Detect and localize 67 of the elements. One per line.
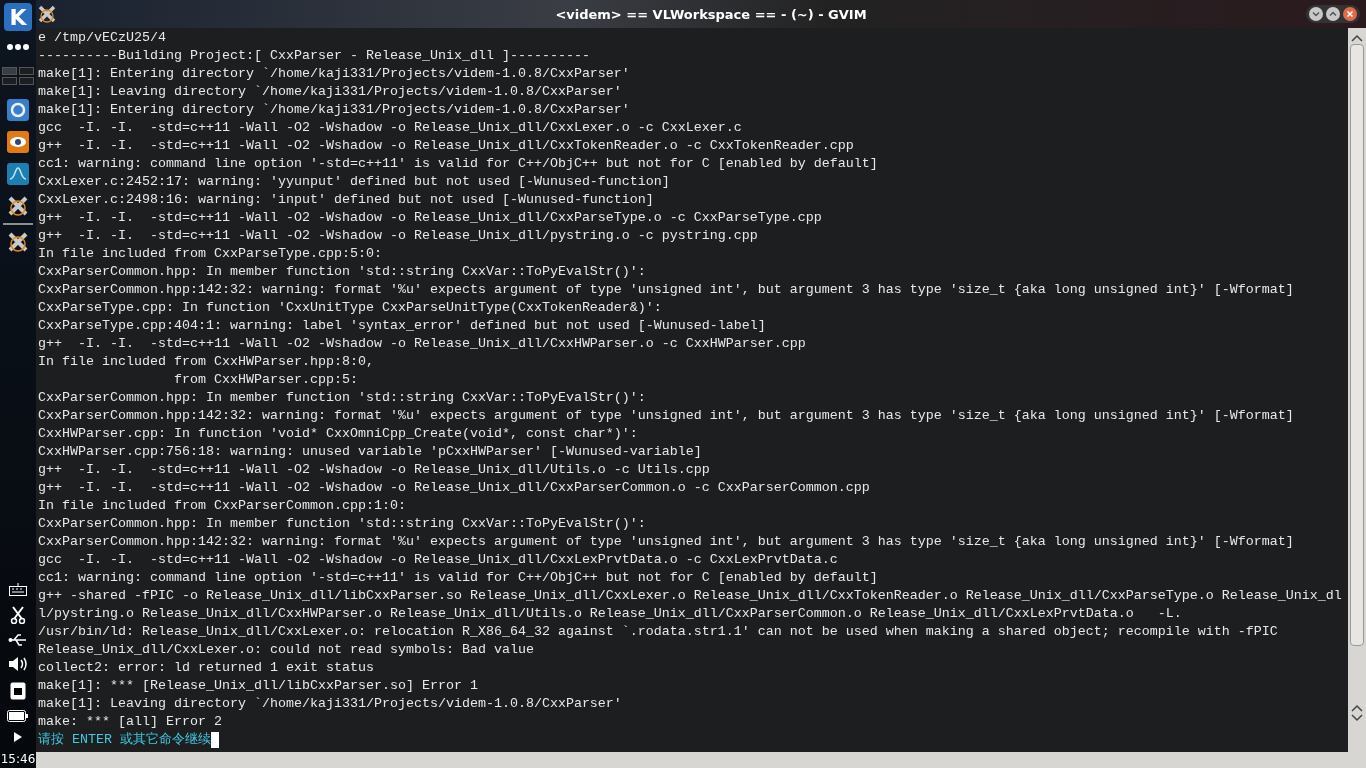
text-cursor	[211, 732, 219, 748]
browser-icon[interactable]	[7, 99, 29, 121]
output-line: gcc -I. -I. -std=c++11 -Wall -O2 -Wshadow -o Release_Unix_dll/CxxLexPrvtData.o -c CxxLexPrvtData.c	[38, 551, 839, 569]
output-line: make[1]: Entering directory `/home/kaji331/Projects/videm-1.0.8/CxxParser'	[38, 65, 631, 83]
output-line: gcc -I. -I. -std=c++11 -Wall -O2 -Wshadow -o Release_Unix_dll/CxxLexer.o -c CxxLexer.c	[38, 119, 743, 137]
keyboard-icon[interactable]	[9, 582, 27, 596]
output-line: cc1: warning: command line option '-std=c++11' is valid for C++/ObjC++ but not for C [enabled by default]	[38, 569, 879, 587]
waveform-icon[interactable]	[7, 163, 29, 185]
output-line: Release_Unix_dll/CxxLexer.o: could not read symbols: Bad value	[38, 641, 535, 659]
usb-icon[interactable]	[8, 634, 28, 646]
output-line: In file included from CxxHWParser.hpp:8:0,	[38, 353, 375, 371]
output-line: In file included from CxxParseType.cpp:5:0:	[38, 245, 383, 263]
scroll-up-icon[interactable]	[1351, 704, 1363, 712]
scroll-up-icon[interactable]	[1351, 34, 1363, 42]
output-line: CxxParseType.cpp: In function 'CxxUnitType CxxParseUnitType(CxxTokenReader&)':	[38, 299, 663, 317]
desktop-pager[interactable]	[2, 67, 34, 85]
speaker-icon[interactable]	[8, 656, 28, 672]
output-line: CxxParserCommon.hpp: In member function 'std::string CxxVar::ToPyEvalStr()':	[38, 263, 647, 281]
output-line: CxxHWParser.cpp:756:18: warning: unused variable 'pCxxHWParser' [-Wunused-variable]	[38, 443, 703, 461]
output-line: g++ -shared -fPIC -o Release_Unix_dll/libCxxParser.so Release_Unix_dll/CxxLexer.o Release_Unix_dll/CxxTokenReader.o Release_Unix_dll/CxxParseType.o Release_Unix_dl	[38, 587, 1343, 605]
output-line: ----------Building Project:[ CxxParser - Release_Unix_dll ]----------	[38, 47, 591, 65]
output-line: CxxParserCommon.hpp:142:32: warning: format '%u' expects argument of type 'unsigned int', but argument 3 has type 'size_t {aka long unsigned int}' [-Wformat]	[38, 533, 1295, 551]
output-line: make[1]: Leaving directory `/home/kaji331/Projects/videm-1.0.8/CxxParser'	[38, 695, 623, 713]
maximize-button[interactable]	[1326, 7, 1340, 21]
close-button[interactable]	[1343, 7, 1357, 21]
output-line: g++ -I. -I. -std=c++11 -Wall -O2 -Wshadow -o Release_Unix_dll/CxxParserCommon.o -c CxxParserCommon.cpp	[38, 479, 871, 497]
output-line: /usr/bin/ld: Release_Unix_dll/CxxLexer.o: relocation R_X86_64_32 against `.rodata.str1.1' can not be used when making a shared object; recompile with -fPIC	[38, 623, 1279, 641]
output-line: cc1: warning: command line option '-std=c++11' is valid for C++/ObjC++ but not for C [enabled by default]	[38, 155, 879, 173]
scroll-down-icon[interactable]	[1351, 714, 1363, 722]
output-line: CxxParserCommon.hpp: In member function 'std::string CxxVar::ToPyEvalStr()':	[38, 389, 647, 407]
output-line: g++ -I. -I. -std=c++11 -Wall -O2 -Wshadow -o Release_Unix_dll/pystring.o -c pystring.cpp	[38, 227, 759, 245]
output-line: In file included from CxxParserCommon.cpp:1:0:	[38, 497, 407, 515]
output-line: make[1]: *** [Release_Unix_dll/libCxxParser.so] Error 1	[38, 677, 479, 695]
output-line: g++ -I. -I. -std=c++11 -Wall -O2 -Wshadow -o Release_Unix_dll/CxxTokenReader.o -c CxxTokenReader.cpp	[38, 137, 855, 155]
eye-icon[interactable]	[7, 131, 29, 153]
scissors-icon[interactable]	[10, 606, 26, 624]
battery-icon[interactable]	[7, 710, 29, 722]
minimize-button[interactable]	[1309, 7, 1323, 21]
x-icon[interactable]	[7, 231, 29, 253]
output-line: l/pystring.o Release_Unix_dll/CxxHWParser.o Release_Unix_dll/Utils.o Release_Unix_dll/CxxParserCommon.o Release_Unix_dll/CxxLexPrvtData.o -L.	[38, 605, 1183, 623]
output-line: e /tmp/vECzU25/4	[38, 29, 167, 47]
output-line: CxxParserCommon.hpp: In member function 'std::string CxxVar::ToPyEvalStr()':	[38, 515, 647, 533]
output-line: g++ -I. -I. -std=c++11 -Wall -O2 -Wshadow -o Release_Unix_dll/CxxParseType.o -c CxxParseType.cpp	[38, 209, 823, 227]
x-icon[interactable]	[7, 195, 29, 217]
output-line: CxxParseType.cpp:404:1: warning: label 'syntax_error' defined but not used [-Wunused-label]	[38, 317, 767, 335]
output-line: g++ -I. -I. -std=c++11 -Wall -O2 -Wshadow -o Release_Unix_dll/Utils.o -c Utils.cpp	[38, 461, 711, 479]
expand-arrow-icon[interactable]	[14, 732, 22, 742]
output-line: CxxLexer.c:2452:17: warning: 'yyunput' defined but not used [-Wunused-function]	[38, 173, 671, 191]
editor-area[interactable]	[36, 28, 1348, 752]
output-line: CxxLexer.c:2498:16: warning: 'input' defined but not used [-Wunused-function]	[38, 191, 655, 209]
output-line: make[1]: Leaving directory `/home/kaji331/Projects/videm-1.0.8/CxxParser'	[38, 83, 623, 101]
dots-icon[interactable]	[6, 43, 30, 51]
output-line: CxxHWParser.cpp: In function 'void* CxxOmniCpp_Create(void*, const char*)':	[38, 425, 639, 443]
window-title: <videm> == VLWorkspace == - (~) - GVIM	[554, 6, 868, 22]
output-line: CxxParserCommon.hpp:142:32: warning: format '%u' expects argument of type 'unsigned int', but argument 3 has type 'size_t {aka long unsigned int}' [-Wformat]	[38, 407, 1295, 425]
continue-prompt: 请按 ENTER 或其它命令继续	[38, 731, 211, 749]
output-line: make[1]: Entering directory `/home/kaji331/Projects/videm-1.0.8/CxxParser'	[38, 101, 631, 119]
output-line: g++ -I. -I. -std=c++11 -Wall -O2 -Wshadow -o Release_Unix_dll/CxxHWParser.o -c CxxHWParser.cpp	[38, 335, 807, 353]
clock: 15:46	[0, 752, 36, 766]
output-line: make: *** [all] Error 2	[38, 713, 223, 731]
output-line: collect2: error: ld returned 1 exit status	[38, 659, 375, 677]
output-line: CxxParserCommon.hpp:142:32: warning: format '%u' expects argument of type 'unsigned int', but argument 3 has type 'size_t {aka long unsigned int}' [-Wformat]	[38, 281, 1295, 299]
x-icon	[38, 5, 56, 23]
launcher-button[interactable]: K	[4, 3, 32, 31]
scrollbar-thumb[interactable]	[1350, 44, 1364, 646]
network-icon[interactable]	[10, 682, 26, 700]
output-line: from CxxHWParser.cpp:5:	[172, 371, 359, 389]
